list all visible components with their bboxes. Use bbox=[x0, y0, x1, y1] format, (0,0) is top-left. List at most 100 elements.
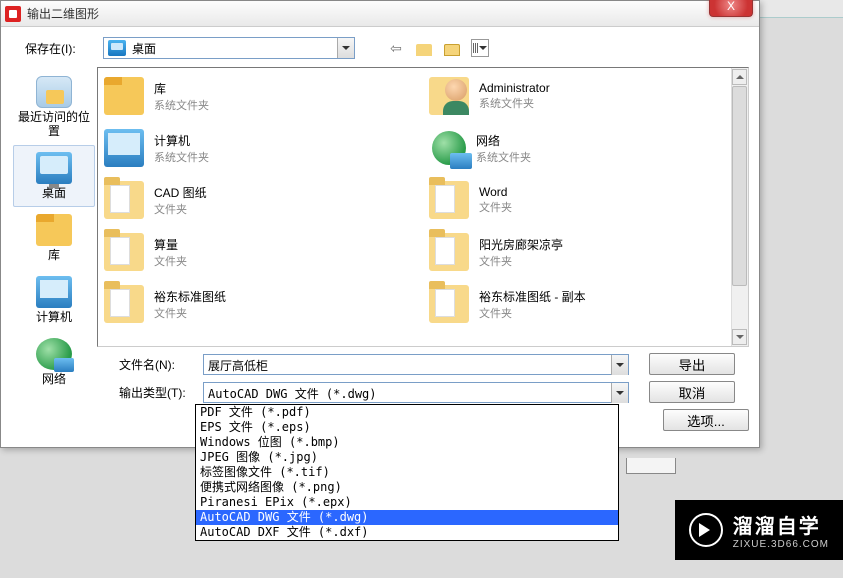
file-item[interactable]: CAD 图纸文件夹 bbox=[104, 178, 417, 222]
folder-icon bbox=[429, 233, 469, 271]
file-type: 系统文件夹 bbox=[479, 95, 550, 111]
file-item[interactable]: Administrator系统文件夹 bbox=[429, 74, 742, 118]
file-item[interactable]: Word文件夹 bbox=[429, 178, 742, 222]
dropdown-option[interactable]: 便携式网络图像 (*.png) bbox=[196, 480, 618, 495]
dropdown-option[interactable]: Piranesi EPix (*.epx) bbox=[196, 495, 618, 510]
type-combo[interactable]: AutoCAD DWG 文件 (*.dwg) bbox=[203, 382, 629, 403]
type-dropdown-list[interactable]: PDF 文件 (*.pdf)EPS 文件 (*.eps)Windows 位图 (… bbox=[195, 404, 619, 541]
type-label: 输出类型(T): bbox=[119, 384, 197, 401]
file-item[interactable]: 网络系统文件夹 bbox=[429, 126, 742, 170]
type-value: AutoCAD DWG 文件 (*.dwg) bbox=[204, 383, 611, 402]
dialog-body: 保存在(I): 桌面 最近访问的位置 桌面 bbox=[1, 27, 759, 447]
dropdown-option[interactable]: AutoCAD DXF 文件 (*.dxf) bbox=[196, 525, 618, 540]
location-combo[interactable]: 桌面 bbox=[103, 37, 355, 59]
file-type: 文件夹 bbox=[479, 305, 586, 321]
sidebar-item-label: 最近访问的位置 bbox=[16, 110, 92, 138]
file-name: Administrator bbox=[479, 81, 550, 95]
recent-places-icon bbox=[36, 76, 72, 108]
watermark-title: 溜溜自学 bbox=[733, 510, 829, 539]
folder-icon bbox=[429, 285, 469, 323]
dropdown-option[interactable]: Windows 位图 (*.bmp) bbox=[196, 435, 618, 450]
app-icon bbox=[5, 6, 21, 22]
file-item[interactable]: 裕东标准图纸 - 副本文件夹 bbox=[429, 282, 742, 326]
filename-value: 展厅高低柜 bbox=[204, 355, 611, 374]
file-type: 系统文件夹 bbox=[476, 149, 531, 165]
scroll-thumb[interactable] bbox=[732, 86, 747, 286]
dropdown-option[interactable]: 标签图像文件 (*.tif) bbox=[196, 465, 618, 480]
scroll-down-button[interactable] bbox=[732, 329, 747, 345]
file-item[interactable]: 算量文件夹 bbox=[104, 230, 417, 274]
folder-icon bbox=[104, 181, 144, 219]
view-options-icon[interactable] bbox=[471, 39, 489, 57]
file-type: 文件夹 bbox=[154, 253, 187, 269]
export-button[interactable]: 导出 bbox=[649, 353, 735, 375]
file-info: 库系统文件夹 bbox=[154, 80, 209, 113]
network-icon bbox=[36, 338, 72, 370]
file-name: 算量 bbox=[154, 236, 187, 253]
file-name: CAD 图纸 bbox=[154, 184, 207, 201]
file-item[interactable]: 计算机系统文件夹 bbox=[104, 126, 417, 170]
file-info: Administrator系统文件夹 bbox=[479, 81, 550, 111]
file-area: 库系统文件夹Administrator系统文件夹计算机系统文件夹网络系统文件夹C… bbox=[97, 67, 749, 437]
places-sidebar: 最近访问的位置 桌面 库 计算机 网络 bbox=[11, 67, 97, 437]
file-info: CAD 图纸文件夹 bbox=[154, 184, 207, 217]
computer-icon bbox=[36, 276, 72, 308]
file-name: 阳光房廊架凉亭 bbox=[479, 236, 563, 253]
sidebar-item-desktop[interactable]: 桌面 bbox=[13, 145, 95, 207]
save-dialog: 输出二维图形 X 保存在(I): 桌面 最近访问的位置 bbox=[0, 0, 760, 448]
library-icon bbox=[36, 214, 72, 246]
file-type: 文件夹 bbox=[154, 201, 207, 217]
dropdown-option[interactable]: EPS 文件 (*.eps) bbox=[196, 420, 618, 435]
location-value: 桌面 bbox=[130, 40, 337, 57]
sidebar-item-computer[interactable]: 计算机 bbox=[13, 269, 95, 331]
sidebar-item-recent[interactable]: 最近访问的位置 bbox=[13, 69, 95, 145]
sidebar-item-libraries[interactable]: 库 bbox=[13, 207, 95, 269]
dropdown-option[interactable]: JPEG 图像 (*.jpg) bbox=[196, 450, 618, 465]
folder-icon[interactable] bbox=[415, 39, 433, 57]
chevron-down-icon[interactable] bbox=[611, 383, 628, 403]
new-folder-icon[interactable] bbox=[443, 39, 461, 57]
background-window-edge bbox=[626, 458, 676, 474]
folder-icon bbox=[104, 77, 144, 115]
dropdown-option[interactable]: PDF 文件 (*.pdf) bbox=[196, 405, 618, 420]
dropdown-option[interactable]: AutoCAD DWG 文件 (*.dwg) bbox=[196, 510, 618, 525]
file-type: 文件夹 bbox=[479, 199, 512, 215]
back-icon[interactable] bbox=[387, 39, 405, 57]
chevron-down-icon[interactable] bbox=[337, 38, 354, 58]
folder-icon bbox=[104, 233, 144, 271]
scroll-up-button[interactable] bbox=[732, 69, 747, 85]
folder-icon bbox=[429, 77, 469, 115]
watermark-url: ZIXUE.3D66.COM bbox=[733, 539, 829, 550]
file-info: 网络系统文件夹 bbox=[476, 132, 531, 165]
options-button[interactable]: 选项... bbox=[663, 409, 749, 431]
titlebar: 输出二维图形 X bbox=[1, 1, 759, 27]
file-item[interactable]: 库系统文件夹 bbox=[104, 74, 417, 118]
cancel-button[interactable]: 取消 bbox=[649, 381, 735, 403]
sidebar-item-network[interactable]: 网络 bbox=[13, 331, 95, 393]
file-name: 计算机 bbox=[154, 132, 209, 149]
filename-input[interactable]: 展厅高低柜 bbox=[203, 354, 629, 375]
file-item[interactable]: 阳光房廊架凉亭文件夹 bbox=[429, 230, 742, 274]
type-row: 输出类型(T): AutoCAD DWG 文件 (*.dwg) 取消 bbox=[119, 381, 749, 403]
toolbar-icons bbox=[387, 39, 489, 57]
file-name: Word bbox=[479, 185, 512, 199]
watermark: 溜溜自学 ZIXUE.3D66.COM bbox=[675, 500, 843, 560]
sidebar-item-label: 库 bbox=[16, 248, 92, 262]
file-info: 计算机系统文件夹 bbox=[154, 132, 209, 165]
folder-icon bbox=[104, 129, 144, 167]
chevron-down-icon[interactable] bbox=[611, 355, 628, 375]
file-info: 裕东标准图纸 - 副本文件夹 bbox=[479, 288, 586, 321]
scrollbar-track[interactable] bbox=[731, 68, 748, 346]
file-info: Word文件夹 bbox=[479, 185, 512, 215]
sidebar-item-label: 计算机 bbox=[16, 310, 92, 324]
file-info: 裕东标准图纸文件夹 bbox=[154, 288, 226, 321]
file-type: 系统文件夹 bbox=[154, 97, 209, 113]
folder-icon bbox=[429, 181, 469, 219]
folder-icon bbox=[432, 131, 466, 165]
close-button[interactable]: X bbox=[709, 0, 753, 17]
play-icon bbox=[689, 513, 723, 547]
folder-icon bbox=[104, 285, 144, 323]
file-list[interactable]: 库系统文件夹Administrator系统文件夹计算机系统文件夹网络系统文件夹C… bbox=[97, 67, 749, 347]
desktop-icon bbox=[108, 40, 126, 56]
file-item[interactable]: 裕东标准图纸文件夹 bbox=[104, 282, 417, 326]
